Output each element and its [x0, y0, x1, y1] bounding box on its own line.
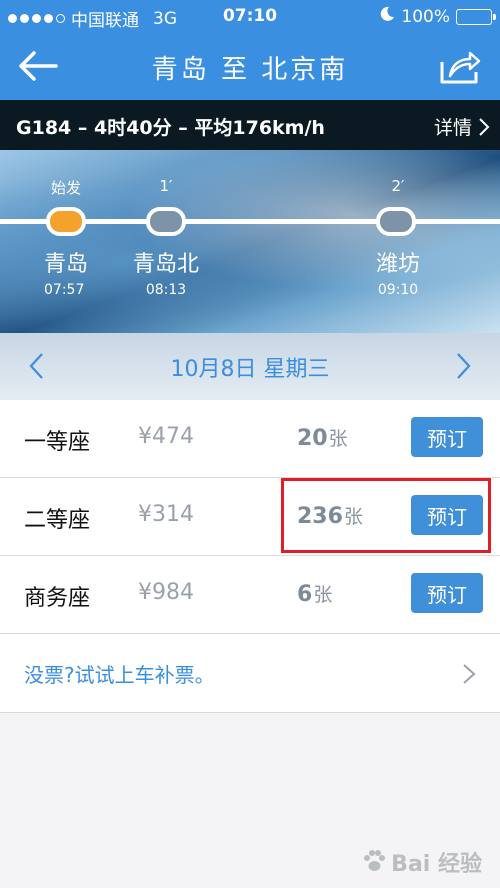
detail-link[interactable]: 详情 [434, 113, 490, 140]
station-node [376, 207, 416, 236]
train-info-bar: G184 – 4时40分 – 平均176km/h 详情 [0, 100, 500, 150]
seat-type: 商务座 [24, 586, 91, 611]
paw-icon [364, 850, 386, 871]
battery-icon [456, 8, 496, 25]
share-icon[interactable] [438, 46, 482, 86]
highlight-annotation-box [281, 478, 491, 553]
seat-type: 一等座 [24, 430, 91, 455]
battery-percent: 100% [401, 6, 450, 27]
no-ticket-text: 没票?试试上车补票。 [24, 663, 215, 687]
seat-row-business-class: 商务座 ¥984 6张 预订 [0, 556, 500, 634]
station-node-active [46, 207, 86, 236]
seat-price: ¥474 [138, 424, 194, 449]
station-label: 1′ [159, 177, 173, 195]
status-bar: 中国联通 3G 07:10 100% [0, 0, 500, 32]
station-name: 青岛北 [132, 252, 199, 277]
ticket-count: 20 [297, 426, 328, 451]
seat-count: 6张 [297, 580, 332, 607]
station-node [146, 207, 186, 236]
chevron-right-icon [479, 117, 490, 136]
status-right: 100% [379, 6, 496, 27]
seat-type: 二等座 [24, 508, 91, 533]
selected-date[interactable]: 10月8日 星期三 [0, 351, 500, 383]
moon-icon [379, 6, 395, 27]
ticket-unit: 张 [313, 584, 333, 606]
book-button[interactable]: 预订 [411, 573, 483, 613]
no-ticket-row[interactable]: 没票?试试上车补票。 [0, 634, 500, 713]
date-selector: 10月8日 星期三 [0, 333, 500, 400]
detail-label: 详情 [433, 117, 472, 139]
watermark-text: Bai 经验 [391, 852, 482, 877]
station-label: 2′ [391, 177, 405, 195]
route-map: 始发 青岛 07:57 1′ 青岛北 08:13 2′ 潍坊 09:10 [0, 150, 500, 333]
seat-count: 20张 [297, 424, 348, 451]
ticket-count: 6 [297, 582, 313, 607]
station-name: 潍坊 [375, 252, 420, 277]
seat-price: ¥314 [138, 502, 194, 527]
book-button[interactable]: 预订 [411, 417, 483, 457]
station-time: 09:10 [377, 282, 419, 298]
ticket-unit: 张 [328, 428, 348, 450]
train-summary: G184 – 4时40分 – 平均176km/h [16, 117, 325, 139]
seat-row-first-class: 一等座 ¥474 20张 预订 [0, 400, 500, 478]
baidu-watermark-logo: Bai 经验 [361, 846, 482, 878]
chevron-right-icon [463, 664, 476, 684]
station-time: 08:13 [145, 282, 187, 298]
seat-price: ¥984 [138, 580, 194, 605]
page-title: 青岛 至 北京南 [151, 55, 349, 85]
chevron-right-icon[interactable] [452, 351, 474, 381]
nav-bar: 青岛 至 北京南 [0, 32, 500, 100]
